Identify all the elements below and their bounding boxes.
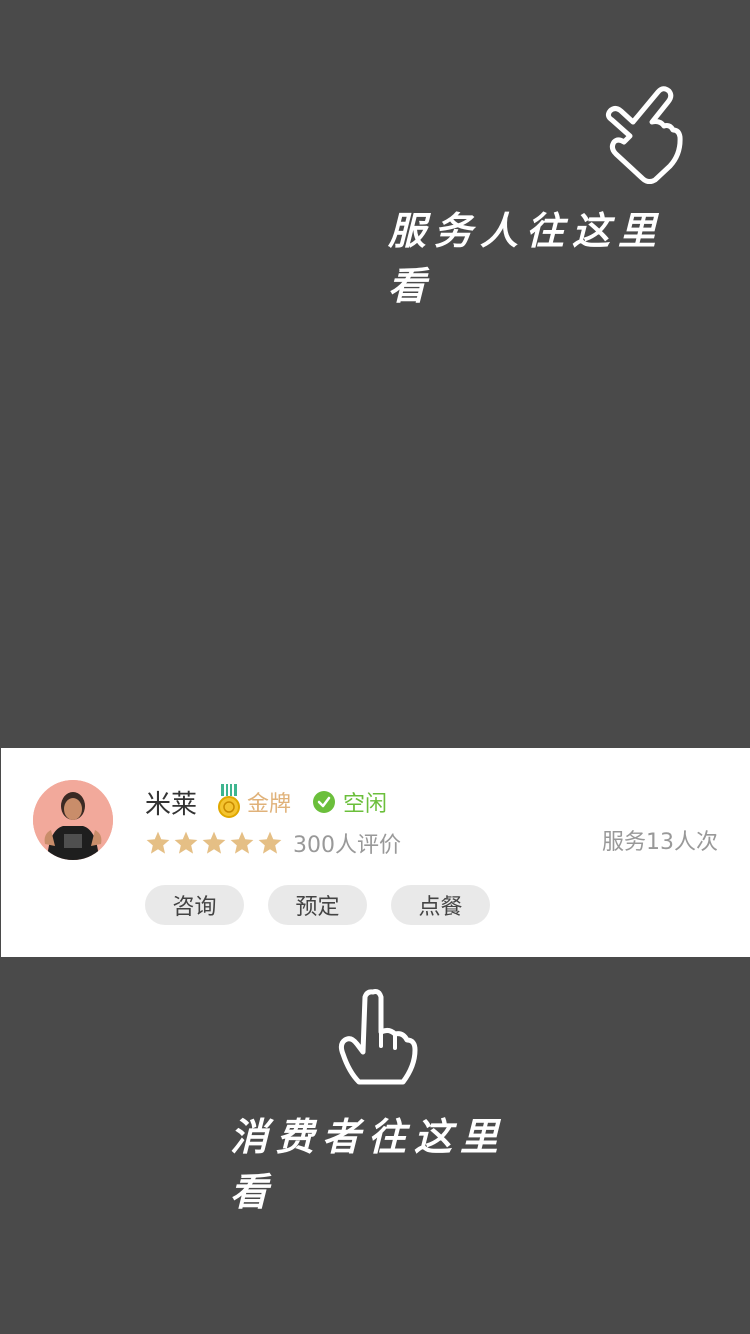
staff-card[interactable]: 米莱 金牌 空闲 300人评价 服务13人次 咨询 预定 点餐 <box>1 748 750 957</box>
avatar[interactable] <box>33 780 113 860</box>
star-icon <box>146 831 170 854</box>
reserve-button[interactable]: 预定 <box>268 885 367 925</box>
star-icon <box>202 831 226 854</box>
star-icon <box>174 831 198 854</box>
avatar-image <box>33 780 113 860</box>
staff-name: 米莱 <box>145 789 198 820</box>
hint-top-label: 服务人往这里看 <box>388 208 665 308</box>
medal-icon <box>218 784 241 818</box>
hint-bottom-label: 消费者往这里看 <box>230 1114 507 1214</box>
name-row: 米莱 金牌 空闲 <box>145 784 387 820</box>
action-buttons: 咨询 预定 点餐 <box>145 885 514 925</box>
star-icon <box>258 831 282 854</box>
guide-overlay[interactable]: 服务人往这里看 米莱 金牌 空闲 300人评价 服务13人次 咨询 预定 点餐 … <box>0 0 750 1334</box>
gold-badge-label: 金牌 <box>247 792 292 817</box>
order-button[interactable]: 点餐 <box>391 885 490 925</box>
rating-row: 300人评价 <box>145 828 401 858</box>
review-count: 300人评价 <box>293 833 401 858</box>
served-count: 服务13人次 <box>602 830 718 855</box>
star-icon <box>230 831 254 854</box>
hand-pointer-icon <box>605 86 683 184</box>
hand-pointer-icon <box>338 989 418 1085</box>
consult-button[interactable]: 咨询 <box>145 885 244 925</box>
star-rating <box>145 830 285 856</box>
check-circle-icon <box>313 791 336 813</box>
status-label: 空闲 <box>343 792 388 817</box>
